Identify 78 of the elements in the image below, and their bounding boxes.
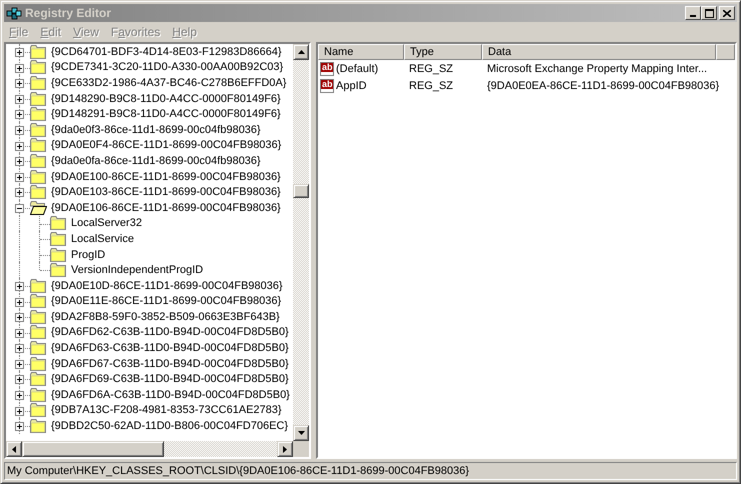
expander-toggle[interactable] [15,94,24,104]
scroll-thumb[interactable] [22,441,164,457]
tree-item[interactable]: {9DA2F8B8-59F0-3852-B509-0663E3BF643B} [50,310,281,323]
tree-item[interactable]: {9DA0E106-86CE-11D1-8699-00C04FB98036} [50,202,282,214]
tree-item[interactable]: {9CE633D2-1986-4A37-BC46-C278B6EFFD0A} [50,76,288,89]
window-title: Registry Editor [25,6,112,20]
tree-item[interactable]: LocalServer32 [70,217,143,230]
expander-toggle[interactable] [15,360,24,369]
registry-path: My Computer\HKEY_CLASSES_ROOT\CLSID\{9DA0E106-86CE-11D1-8699-00C04FB98036} [7,465,470,477]
expander-toggle[interactable] [15,188,24,198]
scroll-right-button[interactable] [277,441,293,457]
horizontal-scrollbar[interactable] [6,441,309,457]
value-type: REG_SZ [409,80,454,92]
maximize-button[interactable] [701,6,717,20]
expander-toggle[interactable] [15,422,24,432]
tree-item[interactable]: {9CDE7341-3C20-11D0-A330-00AA00B92C03} [50,61,284,74]
tree-item[interactable]: {9DA6FD69-C63B-11D0-B94D-00C04FD8D5B0} [50,373,290,386]
up-arrow-icon [298,50,304,54]
close-button[interactable] [719,6,735,20]
maximize-icon [704,8,714,18]
tree-item[interactable]: {9DA0E10D-86CE-11D1-8699-00C04FB98036} [50,280,284,292]
tree-item[interactable]: {9DBD2C50-62AD-11D0-B806-00C04FD706EC} [50,420,290,432]
expander-toggle[interactable] [15,406,24,416]
registry-cubes-icon [6,5,22,21]
expander-toggle[interactable] [15,313,24,322]
down-arrow-icon [298,431,304,435]
tree-item[interactable]: {9DA6FD67-C63B-11D0-B94D-00C04FD8D5B0} [50,358,290,370]
tree-item[interactable]: VersionIndependentProgID [70,264,204,276]
expander-toggle[interactable] [15,344,24,354]
tree-item[interactable]: ProgID [70,248,106,261]
scroll-up-button[interactable] [293,44,309,60]
string-value-icon: ab [320,62,334,76]
expander-toggle[interactable] [15,298,24,306]
expander-toggle[interactable] [15,282,24,291]
expander-toggle[interactable] [15,157,24,166]
tree-item[interactable]: {9da0e0f3-86ce-11d1-8699-00c04fb98036} [50,124,262,136]
column-header[interactable]: Name [318,44,404,60]
column-header[interactable]: Data [482,44,716,60]
tree-item[interactable]: {9DA0E0F4-86CE-11D1-8699-00C04FB98036} [50,139,282,152]
tree-item[interactable]: {9DB7A13C-F208-4981-8353-73CC61AE2783} [50,404,283,416]
tree-item[interactable]: {9DA0E103-86CE-11D1-8699-00C04FB98036} [50,186,282,198]
expander-toggle[interactable] [15,79,24,88]
scroll-down-button[interactable] [293,425,309,441]
expander-toggle[interactable] [15,64,24,73]
left-arrow-icon [12,446,16,452]
value-name[interactable]: (Default) [336,62,378,74]
column-header[interactable]: Type [404,44,482,60]
tree-item[interactable]: {9DA6FD62-C63B-11D0-B94D-00C04FD8D5B0} [50,326,290,338]
expander-toggle[interactable] [15,126,24,135]
tree-item[interactable]: {9D148291-B9C8-11D0-A4CC-0000F80149F6} [50,108,282,120]
expander-toggle[interactable] [15,328,24,338]
value-data: Microsoft Exchange Property Mapping Inter... [487,62,708,74]
value-data: {9DA0E0EA-86CE-11D1-8699-00C04FB98036} [487,80,720,92]
vertical-scrollbar[interactable] [293,44,309,441]
tree-item[interactable]: {9DA6FD6A-C63B-11D0-B94D-00C04FD8D5B0} [50,388,291,401]
scroll-left-button[interactable] [6,441,22,457]
right-arrow-icon [283,446,287,452]
expander-toggle[interactable] [15,204,24,213]
scrollbar-corner [293,441,309,457]
tree-item[interactable]: {9DA0E100-86CE-11D1-8699-00C04FB98036} [50,170,282,183]
tree-item[interactable]: {9DA6FD63-C63B-11D0-B94D-00C04FD8D5B0} [50,342,290,354]
expander-toggle[interactable] [15,391,24,400]
string-value-icon: ab [320,78,334,92]
expander-toggle[interactable] [15,110,24,120]
tree-item[interactable]: LocalService [70,232,135,245]
minimize-button[interactable] [685,6,701,20]
tree-item[interactable]: {9D148290-B9C8-11D0-A4CC-0000F80149F6} [50,92,282,105]
tree-item[interactable]: {9DA0E11E-86CE-11D1-8699-00C04FB98036} [50,295,282,308]
value-type: REG_SZ [409,62,454,74]
scroll-thumb[interactable] [293,184,309,198]
expander-toggle[interactable] [15,375,24,384]
tree-item[interactable]: {9CD64701-BDF3-4D14-8E03-F12983D86664} [50,46,283,58]
tree-item[interactable]: {9da0e0fa-86ce-11d1-8699-00c04fb98036} [50,154,262,167]
close-icon [723,10,731,16]
value-name[interactable]: AppID [336,80,367,92]
expander-toggle[interactable] [15,172,24,182]
expander-toggle[interactable] [15,48,24,57]
expander-toggle[interactable] [15,142,24,151]
